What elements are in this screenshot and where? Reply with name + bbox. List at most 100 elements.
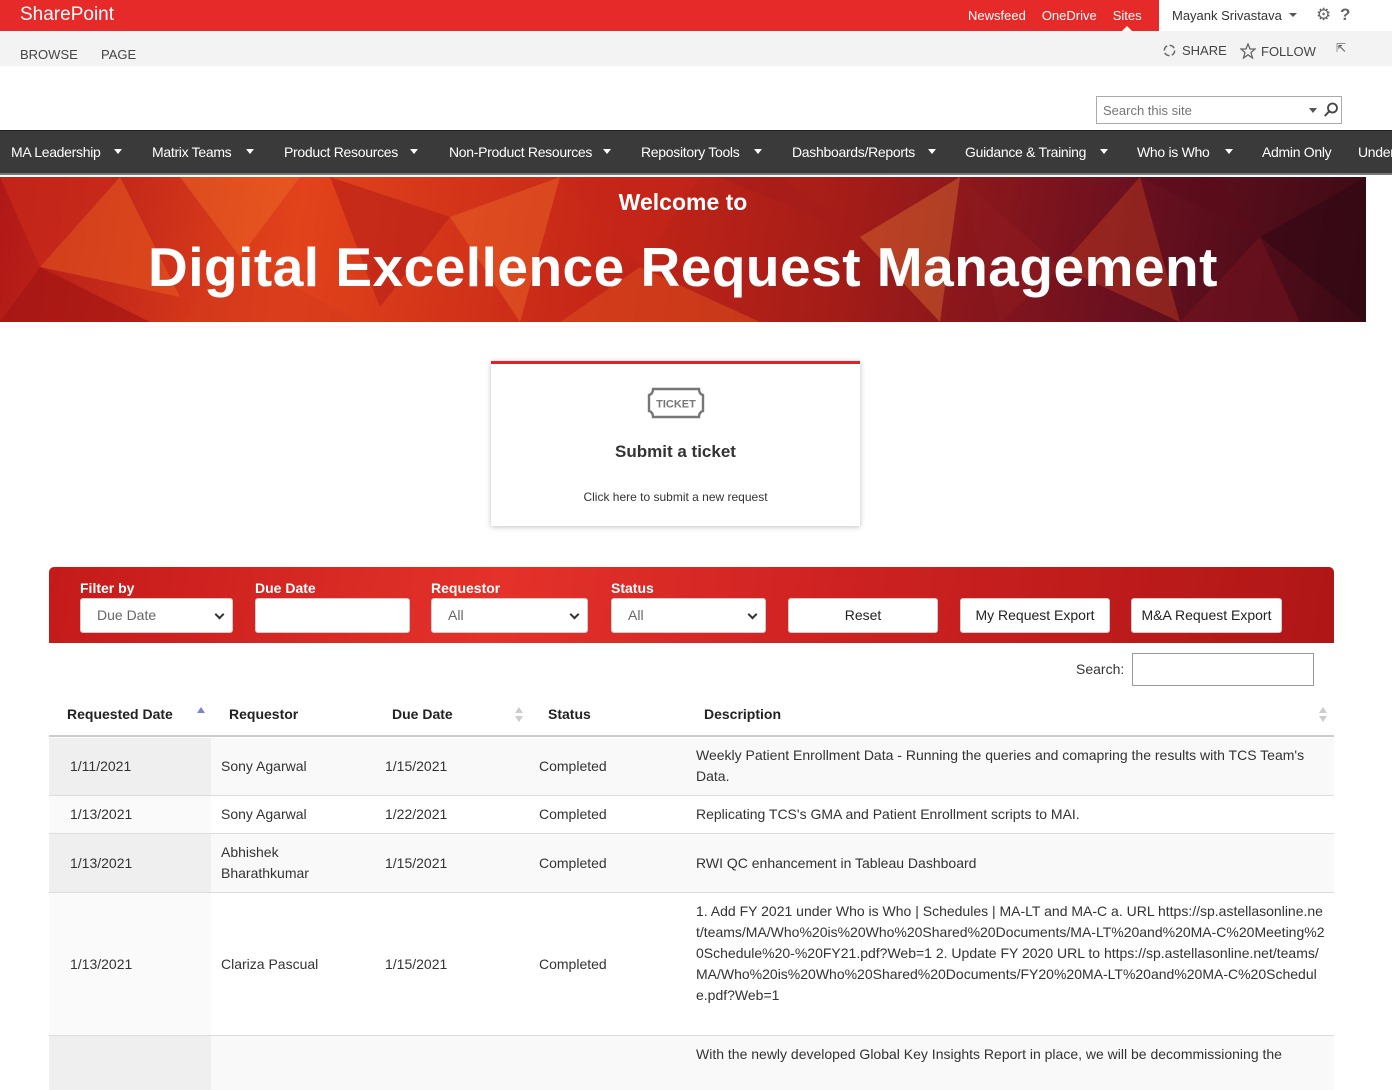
user-name[interactable]: Mayank Srivastava [1172, 8, 1282, 23]
requested-date-cell: 1/13/2021 [70, 806, 133, 822]
search-icon[interactable] [1323, 101, 1339, 119]
sort-icon[interactable] [1319, 707, 1327, 723]
submit-ticket-card[interactable]: TICKET Submit a ticket Click here to sub… [491, 361, 860, 526]
chevron-down-icon[interactable] [114, 149, 122, 154]
filter-bar: Filter by Due Date Due Date Requestor Al… [49, 567, 1334, 643]
status-label: Status [611, 580, 654, 596]
requestor-select[interactable]: All [431, 598, 588, 633]
chevron-down-icon[interactable] [1100, 149, 1108, 154]
chevron-down-icon[interactable] [410, 149, 418, 154]
focus-content-icon[interactable]: ⇱ [1336, 41, 1346, 55]
due-date-cell: 1/15/2021 [385, 758, 448, 774]
nav-matrix-teams[interactable]: Matrix Teams [152, 144, 232, 160]
tab-page[interactable]: PAGE [101, 47, 136, 62]
description-cell: With the newly developed Global Key Insi… [696, 1046, 1282, 1062]
col-description[interactable]: Description [704, 706, 781, 722]
table-search-input[interactable] [1132, 653, 1314, 686]
suite-links: Newsfeed OneDrive Sites [968, 8, 1158, 31]
gear-icon[interactable]: ⚙ [1316, 5, 1331, 25]
status-cell: Completed [539, 806, 607, 822]
filter-by-select[interactable]: Due Date [80, 598, 233, 633]
sharepoint-logo[interactable]: SharePoint [20, 4, 114, 26]
requested-date-cell: 1/13/2021 [70, 955, 133, 972]
requested-date-cell: 1/11/2021 [70, 758, 132, 774]
col-due-date[interactable]: Due Date [392, 706, 453, 722]
table-search-label: Search: [1076, 661, 1125, 677]
sort-icon[interactable] [197, 707, 205, 723]
chevron-down-icon[interactable] [1289, 13, 1297, 17]
nav-non-product-resources[interactable]: Non-Product Resources [449, 144, 592, 160]
onedrive-link[interactable]: OneDrive [1042, 8, 1097, 23]
col-requestor[interactable]: Requestor [229, 706, 298, 722]
filter-by-value: Due Date [97, 607, 157, 623]
status-cell: Completed [539, 854, 607, 871]
share-button[interactable]: SHARE [1162, 43, 1227, 58]
reset-button[interactable]: Reset [788, 598, 938, 633]
sort-icon[interactable] [515, 707, 523, 723]
nav-repository-tools[interactable]: Repository Tools [641, 144, 740, 160]
banner-welcome: Welcome to [618, 189, 748, 215]
card-subtitle[interactable]: Click here to submit a new request [491, 490, 860, 504]
newsfeed-link[interactable]: Newsfeed [968, 8, 1026, 23]
description-cell: Weekly Patient Enrollment Data - Running… [696, 747, 1305, 784]
col-status[interactable]: Status [548, 706, 591, 722]
table-row[interactable]: 1/13/2021 Clariza Pascual 1/15/2021 Comp… [49, 893, 1334, 1036]
chevron-down-icon[interactable] [754, 149, 762, 154]
requestor-label: Requestor [431, 580, 501, 596]
requestor-value: All [448, 607, 464, 623]
due-date-label: Due Date [255, 580, 316, 596]
search-input[interactable] [1097, 97, 1297, 123]
description-cell: RWI QC enhancement in Tableau Dashboard [696, 854, 977, 871]
status-value: All [628, 607, 644, 623]
nav-under[interactable]: Under [1358, 144, 1392, 160]
nav-who-is-who[interactable]: Who is Who [1137, 144, 1210, 160]
chevron-down-icon [569, 609, 580, 620]
star-icon [1240, 43, 1256, 59]
nav-product-resources[interactable]: Product Resources [284, 144, 398, 160]
search-scope-dropdown-icon[interactable] [1309, 108, 1317, 113]
hero-banner: Welcome to Digital Excellence Request Ma… [0, 177, 1366, 322]
chevron-down-icon[interactable] [603, 149, 611, 154]
ma-request-export-button[interactable]: M&A Request Export [1131, 598, 1282, 633]
page-title: Digital Excellence Request Management [148, 236, 1218, 298]
due-date-cell: 1/15/2021 [385, 854, 448, 871]
requestor-cell: Clariza Pascual [221, 955, 319, 972]
requestor-cell: Sony Agarwal [221, 758, 307, 774]
chevron-down-icon[interactable] [246, 149, 254, 154]
requests-table: Search: Requested Date Requestor Due Dat… [49, 643, 1334, 1090]
tab-browse[interactable]: BROWSE [20, 47, 78, 62]
ribbon: BROWSE PAGE SHARE FOLLOW ⇱ [0, 31, 1392, 66]
follow-label: FOLLOW [1261, 43, 1316, 59]
my-request-export-button[interactable]: My Request Export [960, 598, 1110, 633]
chevron-down-icon [747, 609, 758, 620]
status-cell: Completed [539, 955, 607, 972]
share-icon [1163, 44, 1176, 57]
description-cell: 1. Add FY 2021 under Who is Who | Schedu… [696, 903, 1325, 1003]
description-cell: Replicating TCS's GMA and Patient Enroll… [696, 806, 1080, 822]
chevron-down-icon[interactable] [928, 149, 936, 154]
nav-guidance-training[interactable]: Guidance & Training [965, 144, 1086, 160]
nav-admin-only[interactable]: Admin Only [1262, 144, 1332, 160]
status-select[interactable]: All [611, 598, 766, 633]
user-menu[interactable]: Mayank Srivastava ⚙ ? [1159, 0, 1392, 31]
requested-date-cell: 1/13/2021 [70, 854, 133, 871]
chevron-down-icon[interactable] [1225, 149, 1233, 154]
chevron-down-icon [214, 609, 225, 620]
site-search [1096, 96, 1342, 124]
nav-ma-leadership[interactable]: MA Leadership [11, 144, 101, 160]
share-label: SHARE [1182, 43, 1227, 58]
table-header: Requested Date Requestor Due Date Status… [49, 695, 1334, 737]
table-row[interactable]: With the newly developed Global Key Insi… [49, 1036, 1334, 1090]
card-title: Submit a ticket [615, 442, 736, 461]
nav-dashboards-reports[interactable]: Dashboards/Reports [792, 144, 915, 160]
col-requested-date[interactable]: Requested Date [67, 706, 173, 722]
table-row[interactable]: 1/13/2021 Abhishek Bharathkumar 1/15/202… [49, 834, 1334, 893]
table-row[interactable]: 1/11/2021 Sony Agarwal 1/15/2021 Complet… [49, 738, 1334, 796]
follow-button[interactable]: FOLLOW [1240, 43, 1316, 59]
due-date-input[interactable] [255, 598, 410, 633]
suite-bar: SharePoint Newsfeed OneDrive Sites Mayan… [0, 0, 1392, 31]
table-row[interactable]: 1/13/2021 Sony Agarwal 1/22/2021 Complet… [49, 796, 1334, 834]
requestor-cell: Sony Agarwal [221, 806, 307, 822]
help-icon[interactable]: ? [1340, 5, 1350, 25]
sites-link[interactable]: Sites [1113, 8, 1142, 31]
